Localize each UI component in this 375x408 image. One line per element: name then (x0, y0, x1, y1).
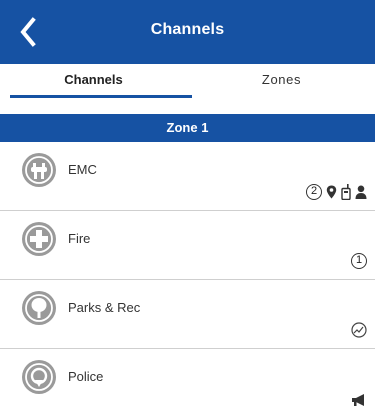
person-icon (355, 185, 367, 199)
channel-status (351, 393, 367, 407)
fire-channel-icon (22, 222, 56, 256)
channel-status: 1 (351, 253, 367, 269)
channel-row-fire[interactable]: Fire 1 (0, 211, 375, 280)
radio-icon (341, 184, 351, 200)
activity-icon (351, 322, 367, 338)
police-channel-icon (22, 360, 56, 394)
talkgroup-count-badge: 2 (306, 184, 322, 200)
page-title: Channels (150, 21, 225, 38)
channel-label: EMC (68, 162, 97, 177)
channel-label: Fire (68, 231, 91, 246)
talkgroup-count-badge: 1 (351, 253, 367, 269)
channel-label: Police (68, 369, 104, 384)
channel-row-parks-rec[interactable]: Parks & Rec (0, 280, 375, 349)
zone-header: Zone 1 (0, 114, 375, 142)
location-pin-icon (326, 185, 337, 199)
channel-row-police[interactable]: Police (0, 349, 375, 408)
parks-channel-icon (22, 291, 56, 325)
channel-status (351, 322, 367, 338)
tab-channels[interactable]: Channels (0, 68, 187, 98)
emc-channel-icon (22, 153, 56, 187)
channel-row-emc[interactable]: EMC 2 (0, 142, 375, 211)
app-bar: Channels (0, 0, 375, 64)
channel-label: Parks & Rec (68, 300, 141, 315)
active-tab-indicator (10, 95, 192, 98)
tab-zones[interactable]: Zones (188, 68, 375, 98)
channel-status: 2 (306, 184, 367, 200)
megaphone-icon (352, 394, 364, 406)
tab-bar: Channels Zones (0, 68, 375, 100)
